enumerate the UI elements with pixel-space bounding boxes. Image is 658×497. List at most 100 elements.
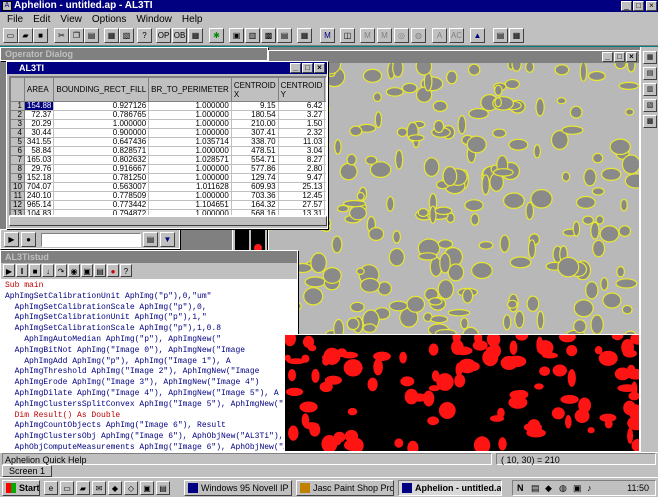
script-breakpoint-icon[interactable]: ▣ [81, 264, 93, 277]
script-halt-icon[interactable]: ● [107, 264, 119, 277]
add-button[interactable]: A [432, 28, 447, 43]
histogram-icon[interactable]: ▥ [245, 28, 260, 43]
ac-button[interactable]: AC [449, 28, 464, 43]
image-maximize-icon[interactable]: □ [614, 52, 625, 62]
quicklaunch-app1-icon[interactable]: ◆ [108, 481, 122, 495]
table-row[interactable]: 272.370.7867651.000000180.543.270.684 [10, 110, 326, 120]
table-hscrollbar[interactable] [9, 216, 327, 226]
code-line[interactable]: AphImgSetCalibrationUnit AphImg("p"),1," [5, 313, 293, 324]
table-row[interactable]: 12965.140.7734421.104651164.3227.570.632 [10, 200, 326, 210]
save-icon[interactable]: ■ [33, 28, 48, 43]
script-help-icon[interactable]: ? [120, 264, 132, 277]
measurement-table-window[interactable]: AL3TI _ □ × AREA BOUNDING_RECT_FILL BR_TO_… [6, 61, 328, 229]
menu-help[interactable]: Help [177, 14, 208, 25]
column-header[interactable]: BR_TO_PERIMETER [148, 77, 232, 102]
help-pointer-icon[interactable]: ? [137, 28, 152, 43]
copy-icon[interactable]: ❐ [69, 28, 84, 43]
maximize-icon[interactable]: □ [633, 1, 644, 11]
column-header[interactable]: COMPACTNESS [324, 77, 326, 102]
new-file-icon[interactable]: ▭ [3, 28, 18, 43]
image-close-icon[interactable]: × [626, 52, 637, 62]
table-cell[interactable]: 0.757 [324, 155, 326, 165]
code-line[interactable]: AphImgBitNot AphImg("Image 0"), AphImgNe… [5, 346, 293, 357]
quicklaunch-desktop-icon[interactable]: ▭ [60, 481, 74, 495]
table-row[interactable]: 7165.030.8026321.028571554.718.270.757 [10, 155, 326, 165]
table-cell[interactable]: 0.600 [324, 137, 326, 147]
record-icon[interactable]: ● [21, 232, 36, 247]
tray-icon-4[interactable]: ◍ [559, 483, 567, 494]
open-folder-icon[interactable]: ▰ [18, 28, 33, 43]
script-editor-window[interactable]: AL3Tistud ▶ ‖ ■ ↓ ↷ ◉ ▣ ▤ ● ? Sub main Ap… [0, 250, 298, 452]
code-line[interactable]: AphImgAdd AphImg("p"), AphImg("Image 1")… [5, 357, 293, 368]
code-line[interactable]: Dim Result() As Double [5, 411, 293, 422]
tool-view-icon[interactable]: ▩ [643, 115, 657, 128]
close-icon[interactable]: × [646, 1, 657, 11]
menu-file[interactable]: File [2, 14, 28, 25]
quicklaunch-folder-icon[interactable]: ▰ [76, 481, 90, 495]
script-stepover-icon[interactable]: ↷ [55, 264, 67, 277]
table-minimize-icon[interactable]: _ [290, 63, 301, 73]
tray-icon-3[interactable]: ◆ [545, 483, 552, 494]
table-row[interactable]: 1154.880.9271261.0000009.156.420.894 [10, 101, 326, 111]
script-step-icon[interactable]: ↓ [42, 264, 54, 277]
macro-3-button[interactable]: M [377, 28, 392, 43]
operator-button[interactable]: OP [156, 28, 171, 43]
table-row[interactable]: 10704.070.5630071.011628609.9325.130.550 [10, 182, 326, 192]
tool-list-icon[interactable]: ▤ [643, 67, 657, 80]
tray-network-icon[interactable]: N [517, 483, 524, 493]
macro-button[interactable]: M [320, 28, 335, 43]
table-row[interactable]: 829.760.9166671.000000577.862.800.892 [10, 164, 326, 174]
menu-window[interactable]: Window [131, 14, 177, 25]
table-row[interactable]: 658.840.8285711.000000478.513.040.715 [10, 146, 326, 156]
start-button[interactable]: Start [2, 480, 40, 496]
tool-table-icon[interactable]: ▥ [643, 83, 657, 96]
script-run-icon[interactable]: ▶ [3, 264, 15, 277]
measurement-grid-viewport[interactable]: AREA BOUNDING_RECT_FILL BR_TO_PERIMETER CEN… [9, 76, 327, 216]
graph-icon[interactable]: ▤ [277, 28, 292, 43]
code-line[interactable]: AphImgAutoMedian AphImg("p"), AphImgNew(… [5, 335, 293, 346]
image-view-icon[interactable]: ▣ [229, 28, 244, 43]
table-cell[interactable]: 0.762 [324, 191, 326, 201]
print-icon[interactable]: ▦ [104, 28, 119, 43]
table-row[interactable]: 9152.180.7812501.000000129.749.470.778 [10, 173, 326, 183]
code-line[interactable]: AphObjComputeMeasurements AphImg("Image … [5, 443, 297, 451]
column-header[interactable]: CENTROID Y [277, 77, 326, 102]
minimize-icon[interactable]: _ [621, 1, 632, 11]
column-header[interactable]: CENTROID X [230, 77, 279, 102]
menu-options[interactable]: Options [87, 14, 131, 25]
tool-grid-icon[interactable]: ▦ [643, 51, 657, 64]
tab-screen-1[interactable]: Screen 1 [2, 465, 53, 477]
quicklaunch-app4-icon[interactable]: ▤ [156, 481, 170, 495]
binary-image-window[interactable] [284, 334, 640, 452]
script-dialog-icon[interactable]: ▤ [94, 264, 106, 277]
table-row[interactable]: 430.440.9000001.000000307.412.320.800 [10, 128, 326, 138]
menu-edit[interactable]: Edit [28, 14, 55, 25]
code-line[interactable]: AphImgThreshold AphImg("Image 2"), AphIm… [5, 367, 293, 378]
morph-icon[interactable]: ◎ [394, 28, 409, 43]
table-cell[interactable]: 0.684 [324, 110, 326, 120]
quicklaunch-mail-icon[interactable]: ✉ [92, 481, 106, 495]
analysis-icon[interactable]: ◍ [411, 28, 426, 43]
quicklaunch-app2-icon[interactable]: ◇ [124, 481, 138, 495]
task-aphelion[interactable]: Aphelion - untitled.ap... [398, 480, 502, 496]
table-close-icon[interactable]: × [314, 63, 325, 73]
table-cell[interactable]: 0.632 [324, 200, 326, 210]
param-icon[interactable]: ▤ [143, 232, 158, 247]
tray-icon-2[interactable]: ▤ [531, 483, 540, 494]
script-stop-icon[interactable]: ■ [29, 264, 41, 277]
table-row[interactable]: 11240.100.7785091.000000703.3612.450.762 [10, 191, 326, 201]
table-cell[interactable]: 0.892 [324, 164, 326, 174]
script-watch-icon[interactable]: ◉ [68, 264, 80, 277]
run-figure-icon[interactable]: ✱ [209, 28, 224, 43]
table-row[interactable]: 5341.550.6474361.035714338.7011.030.600 [10, 137, 326, 147]
region-icon[interactable]: ▩ [261, 28, 276, 43]
measure-icon[interactable]: ◫ [340, 28, 355, 43]
table-row[interactable]: 320.291.0000001.000000210.001.500.710 [10, 119, 326, 129]
table-cell[interactable]: 0.894 [324, 101, 326, 111]
paste-icon[interactable]: ▤ [84, 28, 99, 43]
graduate-icon[interactable]: ▲ [470, 28, 485, 43]
film-icon[interactable]: ▦ [509, 28, 524, 43]
object-button[interactable]: OB [172, 28, 187, 43]
operator-input[interactable] [41, 233, 141, 247]
print-preview-icon[interactable]: ▧ [119, 28, 134, 43]
